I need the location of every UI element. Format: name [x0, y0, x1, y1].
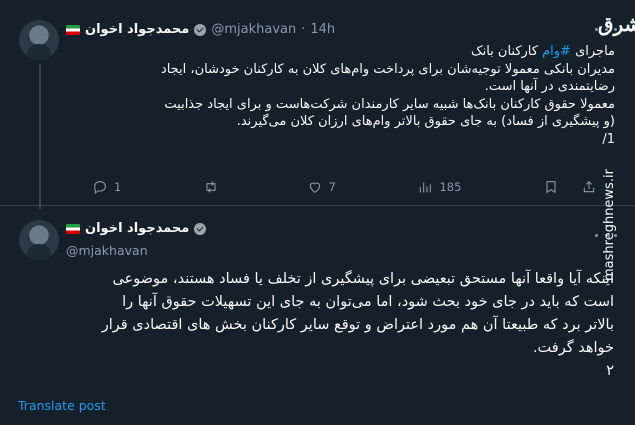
thread-connector-line — [39, 64, 41, 209]
watermark-site-url: mashreghnews.ir — [602, 169, 617, 281]
view-count: 185 — [439, 180, 462, 194]
tweet-1-text: ماجرای #وام کارکنان بانک مدیران بانکی مع… — [80, 43, 615, 148]
heart-icon — [309, 182, 320, 193]
translate-post-link[interactable]: Translate post — [18, 398, 106, 413]
tweet-line: بالاتر برد که طبیعتا آن هم مورد اعتراض و… — [101, 317, 614, 333]
verified-badge-icon — [194, 222, 207, 235]
author-name[interactable]: محمدجواد اخوان — [85, 22, 189, 37]
reply-icon — [94, 181, 106, 195]
tweet-line: (و پیشگیری از فساد) به جای حقوق بالاتر و… — [236, 114, 615, 129]
tweet-2-text: اینکه آیا واقعا آنها مستحق تبعیضی برای پ… — [18, 268, 614, 383]
tweet-line: ماجرای #وام کارکنان بانک — [470, 44, 615, 59]
watermark-logo: مشرق — [598, 12, 635, 36]
tweet-line: است که باید در جای خود بحث شود، اما می‌ت… — [122, 294, 614, 310]
tweet-line: ۲ — [606, 363, 614, 379]
like-count: 7 — [328, 180, 336, 194]
tweet-line: رضایتمندی در آنها است. — [484, 79, 615, 94]
tweet-actions: 1 7 185 — [92, 178, 597, 196]
retweet-icon — [206, 181, 216, 193]
reply-count: 1 — [114, 180, 122, 194]
site-watermark: مشرق mashreghnews.ir — [594, 6, 635, 421]
reply-button[interactable]: 1 — [92, 179, 121, 195]
author-handle[interactable]: @mjakhavan — [66, 243, 148, 258]
views-button[interactable]: 185 — [417, 179, 461, 195]
author-name[interactable]: محمدجواد اخوان — [85, 221, 189, 236]
verified-badge-icon — [194, 23, 207, 36]
iran-flag-icon — [66, 223, 80, 234]
tweet-line: معمولا حقوق کارکنان بانک‌ها شبیه سایر کا… — [164, 96, 615, 112]
tweet-time[interactable]: 14h — [310, 22, 335, 37]
views-icon — [420, 182, 432, 193]
avatar[interactable] — [19, 220, 59, 260]
tweet-1[interactable]: محمدجواد اخوان @mjakhavan · 14h ماجرای #… — [0, 0, 635, 209]
bookmark-icon[interactable] — [543, 179, 559, 195]
separator-dot: · — [301, 22, 306, 37]
tweet-line: مدیران بانکی معمولا توجیه‌شان برای پرداخ… — [160, 61, 615, 77]
tweet-line: اینکه آیا واقعا آنها مستحق تبعیضی برای پ… — [112, 271, 614, 287]
hashtag-link[interactable]: #وام — [542, 44, 571, 59]
like-button[interactable]: 7 — [307, 179, 336, 195]
avatar[interactable] — [19, 20, 59, 60]
tweet-2-header: محمدجواد اخوان — [66, 221, 207, 236]
action-group-right — [543, 179, 597, 195]
tweet-line: خواهد گرفت. — [532, 340, 614, 356]
retweet-button[interactable] — [203, 179, 225, 195]
tweet-line: 1/ — [602, 131, 615, 147]
tweet-1-header: محمدجواد اخوان @mjakhavan · 14h — [66, 22, 335, 37]
author-handle[interactable]: @mjakhavan — [211, 22, 296, 37]
iran-flag-icon — [66, 24, 80, 35]
